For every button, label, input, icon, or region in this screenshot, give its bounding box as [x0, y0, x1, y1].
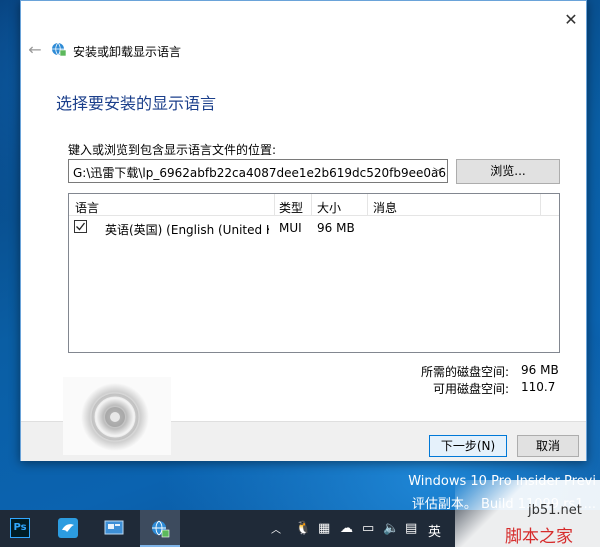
volume-icon[interactable]: 🔈 [383, 521, 399, 536]
network-icon[interactable]: ▭ [362, 521, 374, 536]
language-globe-icon [52, 42, 67, 57]
taskbar-app-photoshop[interactable]: Ps [0, 510, 40, 547]
control-panel-icon [104, 520, 124, 535]
path-value: G:\迅雷下载\lp_6962abfb22ca4087dee1e2b619dc5… [73, 166, 448, 180]
qq-penguin-icon[interactable]: 🐧 [295, 521, 311, 536]
required-space-label: 所需的磁盘空间: [420, 365, 509, 379]
row-type: MUI [279, 221, 302, 235]
chevron-up-icon[interactable]: ︿ [271, 521, 281, 536]
grid-app-icon[interactable]: ▦ [318, 521, 330, 536]
available-space-label: 可用磁盘空间: [432, 382, 509, 396]
column-header-size[interactable]: 大小 [317, 199, 341, 216]
close-button[interactable]: ✕ [560, 9, 582, 31]
row-language: 英语(英国) (English (United Ki... [105, 223, 269, 237]
page-heading: 选择要安装的显示语言 [56, 94, 217, 113]
column-divider [274, 194, 275, 216]
taskbar-app-language[interactable] [140, 510, 180, 547]
cloud-icon[interactable]: ☁ [340, 521, 353, 536]
browse-button[interactable]: 浏览... [456, 159, 560, 184]
language-globe-icon [152, 520, 170, 538]
row-size: 96 MB [317, 221, 355, 235]
taskbar-app-bird[interactable] [48, 510, 88, 547]
loading-spinner [63, 377, 171, 455]
site-watermark-name: 脚本之家 [505, 527, 573, 547]
notification-icon[interactable]: ▤ [405, 521, 417, 536]
required-space-value: 96 MB [521, 363, 559, 377]
next-button[interactable]: 下一步(N) [429, 435, 507, 457]
chevron-down-icon[interactable]: ﹀ [433, 164, 443, 179]
table-header: 语言 类型 大小 消息 [69, 194, 559, 216]
taskbar-app-control-panel[interactable] [94, 510, 134, 547]
available-space-value: 110.7 [521, 380, 556, 394]
language-checkbox[interactable] [74, 220, 87, 233]
path-combobox[interactable]: G:\迅雷下载\lp_6962abfb22ca4087dee1e2b619dc5… [68, 159, 448, 183]
bird-app-icon [58, 518, 78, 538]
column-divider [367, 194, 368, 216]
column-header-language[interactable]: 语言 [75, 199, 99, 216]
title-bar: ✕ ← 安装或卸载显示语言 [21, 1, 586, 71]
ime-indicator[interactable]: 英 [428, 521, 441, 540]
language-table: 语言 类型 大小 消息 英语(英国) (English (United Ki..… [68, 193, 560, 353]
column-divider [311, 194, 312, 216]
photoshop-icon: Ps [10, 518, 30, 538]
column-divider [540, 194, 541, 216]
language-install-dialog: ✕ ← 安装或卸载显示语言 选择要安装的显示语言 键入或浏览到包含显示语言文件的… [20, 0, 587, 461]
location-label: 键入或浏览到包含显示语言文件的位置: [68, 143, 277, 157]
back-arrow-icon[interactable]: ← [26, 41, 44, 59]
cancel-button[interactable]: 取消 [517, 435, 579, 457]
checkmark-icon [76, 222, 86, 231]
site-watermark-url: jb51.net [528, 503, 582, 518]
column-header-message[interactable]: 消息 [373, 199, 397, 216]
busy-ring-icon [81, 383, 149, 451]
window-title: 安装或卸载显示语言 [73, 45, 182, 59]
table-row[interactable]: 英语(英国) (English (United Ki... MUI 96 MB [69, 216, 559, 238]
column-header-type[interactable]: 类型 [279, 199, 303, 216]
